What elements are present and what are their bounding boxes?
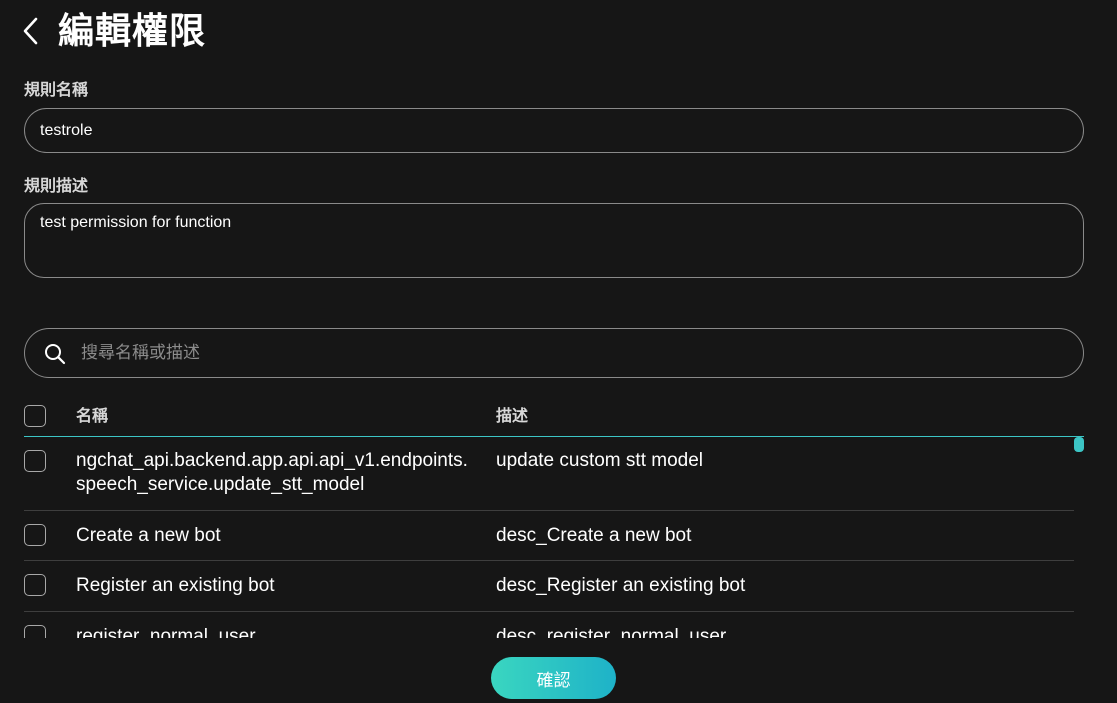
table-header: 名稱 描述 (24, 398, 1084, 437)
row-name: Register an existing bot (76, 575, 275, 596)
rule-name-label: 規則名稱 (24, 80, 89, 99)
back-button[interactable] (14, 12, 48, 50)
table-scrollbar-thumb[interactable] (1074, 437, 1084, 452)
rule-name-input[interactable] (24, 108, 1084, 153)
search-box[interactable] (24, 328, 1084, 378)
column-header-description: 描述 (496, 406, 529, 425)
row-name: Create a new bot (76, 525, 221, 546)
row-description: desc_Create a new bot (496, 525, 692, 546)
table-row[interactable]: Register an existing bot desc_Register a… (24, 561, 1074, 612)
permission-table: ngchat_api.backend.app.api.api_v1.endpoi… (24, 438, 1084, 638)
select-all-checkbox[interactable] (24, 405, 46, 427)
rule-description-label: 規則描述 (24, 176, 89, 195)
row-name: ngchat_api.backend.app.api.api_v1.endpoi… (76, 450, 468, 495)
row-description: desc_register_normal_user (496, 626, 727, 638)
row-name: register_normal_user (76, 626, 256, 638)
row-description: desc_Register an existing bot (496, 575, 746, 596)
table-row[interactable]: Create a new bot desc_Create a new bot (24, 511, 1074, 561)
chevron-left-icon (23, 17, 38, 45)
column-header-name: 名稱 (76, 406, 109, 425)
row-checkbox[interactable] (24, 625, 46, 638)
table-row[interactable]: ngchat_api.backend.app.api.api_v1.endpoi… (24, 438, 1074, 511)
row-description: update custom stt model (496, 450, 703, 471)
search-input[interactable] (79, 337, 1069, 369)
row-checkbox[interactable] (24, 524, 46, 546)
table-row[interactable]: register_normal_user desc_register_norma… (24, 612, 1074, 638)
page-title: 編輯權限 (58, 11, 207, 52)
page-header: 編輯權限 (0, 0, 1117, 70)
row-checkbox[interactable] (24, 450, 46, 472)
search-icon (45, 344, 66, 365)
rule-description-input[interactable]: test permission for function (24, 203, 1084, 278)
confirm-button[interactable]: 確認 (491, 657, 616, 699)
row-checkbox[interactable] (24, 574, 46, 596)
